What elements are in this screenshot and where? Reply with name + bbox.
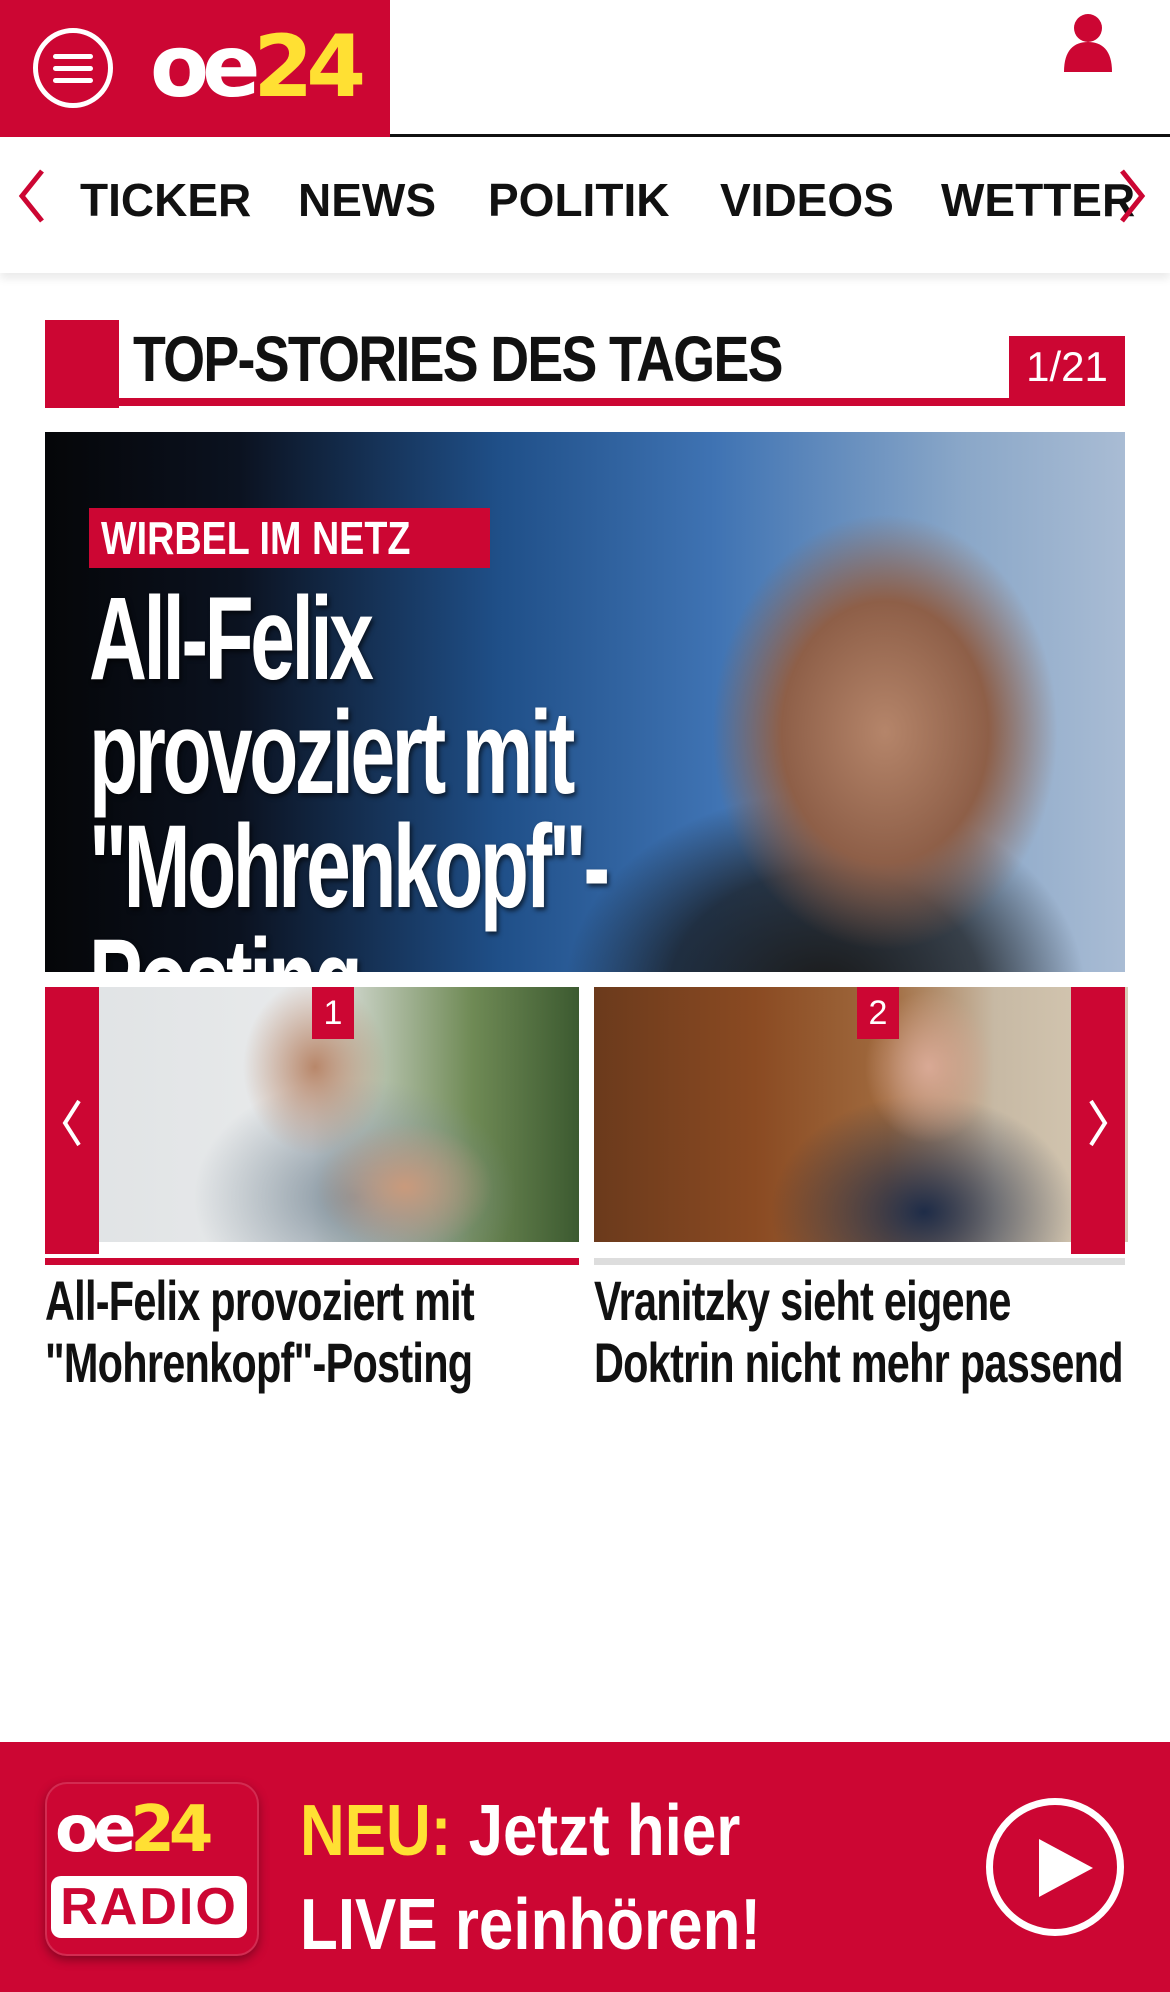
nav-item-wetter[interactable]: WETTER xyxy=(941,177,1135,223)
chevron-left-icon xyxy=(62,1099,81,1147)
story-badge: 2 xyxy=(857,987,899,1039)
top-header: oe24 xyxy=(0,0,1170,137)
active-card-indicator xyxy=(45,1258,579,1265)
hero-story[interactable]: WIRBEL IM NETZ All-Felix provoziert mit … xyxy=(45,432,1125,972)
user-icon[interactable] xyxy=(1062,12,1114,72)
card-indicator xyxy=(594,1258,1125,1265)
story-card-2-image[interactable]: 2 xyxy=(594,987,1128,1242)
chevron-left-icon[interactable] xyxy=(12,165,52,227)
play-icon xyxy=(1039,1839,1093,1897)
slider-prev-button[interactable] xyxy=(45,987,99,1254)
story-card-2-title[interactable]: Vranitzky sieht eigene Doktrin nicht meh… xyxy=(594,1270,1124,1394)
play-button[interactable] xyxy=(986,1798,1124,1936)
category-nav: TICKER NEWS POLITIK VIDEOS WETTER xyxy=(0,137,1170,273)
story-counter: 1/21 xyxy=(1009,336,1125,398)
radio-logo: oe24 RADIO xyxy=(45,1782,259,1956)
radio-banner[interactable]: oe24 RADIO NEU: Jetzt hier LIVE reinhöre… xyxy=(0,1742,1170,1992)
nav-item-ticker[interactable]: TICKER xyxy=(80,177,251,223)
slider-next-button[interactable] xyxy=(1071,987,1125,1254)
hero-title: All-Felix provoziert mit "Mohrenkopf"-Po… xyxy=(89,573,610,972)
chevron-right-icon[interactable] xyxy=(1112,165,1152,227)
chevron-right-icon xyxy=(1089,1099,1108,1147)
section-marker xyxy=(45,320,119,408)
story-badge: 1 xyxy=(312,987,354,1039)
radio-promo-text: NEU: Jetzt hier LIVE reinhören! xyxy=(300,1791,762,1965)
section-title: TOP-STORIES DES TAGES xyxy=(133,323,783,395)
nav-item-news[interactable]: NEWS xyxy=(298,177,436,223)
hero-kicker: WIRBEL IM NETZ xyxy=(89,508,491,568)
nav-item-politik[interactable]: POLITIK xyxy=(488,177,669,223)
story-card-1-title[interactable]: All-Felix provoziert mit "Mohrenkopf"-Po… xyxy=(45,1270,475,1394)
story-card-1-image[interactable]: 1 xyxy=(45,987,579,1242)
hamburger-menu-icon[interactable] xyxy=(33,28,113,108)
nav-item-videos[interactable]: VIDEOS xyxy=(720,177,894,223)
site-logo[interactable]: oe24 xyxy=(150,22,366,112)
section-underline xyxy=(45,398,1125,406)
brand-block: oe24 xyxy=(0,0,390,137)
section-header: TOP-STORIES DES TAGES 1/21 xyxy=(45,320,1125,408)
